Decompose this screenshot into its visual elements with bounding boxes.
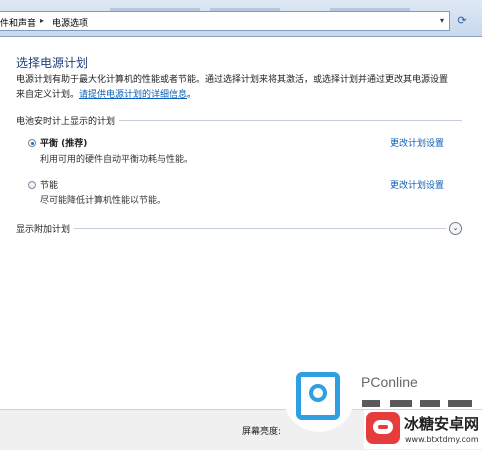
power-saver-change-settings-link[interactable]: 更改计划设置 bbox=[390, 178, 444, 191]
balanced-plan-radio[interactable] bbox=[28, 139, 36, 147]
page-description: 电源计划有助于最大化计算机的性能或者节能。通过选择计划来将其激活，或选择计划并通… bbox=[16, 73, 456, 103]
site-watermark-url: www.btxtdmy.com bbox=[405, 435, 479, 444]
breadcrumb-item-power-options[interactable]: 电源选项 bbox=[52, 16, 88, 29]
breadcrumb[interactable]: 件和声音 ▸ 电源选项 ▾ bbox=[0, 11, 450, 31]
balanced-change-settings-link[interactable]: 更改计划设置 bbox=[390, 136, 444, 149]
breadcrumb-arrow-icon[interactable]: ▸ bbox=[40, 16, 44, 25]
pconline-watermark-text: PConline bbox=[361, 374, 418, 390]
breadcrumb-item-sound[interactable]: 件和声音 bbox=[0, 16, 36, 29]
screen-brightness-label: 屏幕亮度: bbox=[242, 427, 282, 437]
balanced-plan-description: 利用可用的硬件自动平衡功耗与性能。 bbox=[40, 155, 194, 165]
chevron-down-icon[interactable]: ▾ bbox=[436, 13, 448, 29]
address-bar: 件和声音 ▸ 电源选项 ▾ ⟳ bbox=[0, 0, 482, 37]
expand-chevron-icon[interactable]: ⌄ bbox=[449, 222, 462, 235]
section-divider bbox=[16, 228, 446, 229]
power-saver-plan-radio[interactable] bbox=[28, 181, 36, 189]
pconline-logo-icon bbox=[296, 372, 340, 420]
gamepad-logo-icon bbox=[366, 412, 400, 444]
watermark-strokes bbox=[362, 400, 482, 408]
description-end: 。 bbox=[187, 90, 197, 100]
plan-details-link[interactable]: 请提供电源计划的详细信息 bbox=[79, 90, 187, 100]
battery-meter-section-label: 电池安时计上显示的计划 bbox=[16, 114, 120, 127]
balanced-plan-name[interactable]: 平衡 (推荐) bbox=[40, 136, 87, 149]
show-additional-plans-label[interactable]: 显示附加计划 bbox=[16, 222, 75, 235]
page-title: 选择电源计划 bbox=[16, 56, 89, 70]
power-saver-plan-description: 尽可能降低计算机性能以节能。 bbox=[40, 196, 167, 206]
refresh-icon[interactable]: ⟳ bbox=[454, 13, 470, 29]
power-saver-plan-name[interactable]: 节能 bbox=[40, 178, 58, 191]
site-watermark-name: 冰糖安卓网 bbox=[404, 415, 480, 433]
